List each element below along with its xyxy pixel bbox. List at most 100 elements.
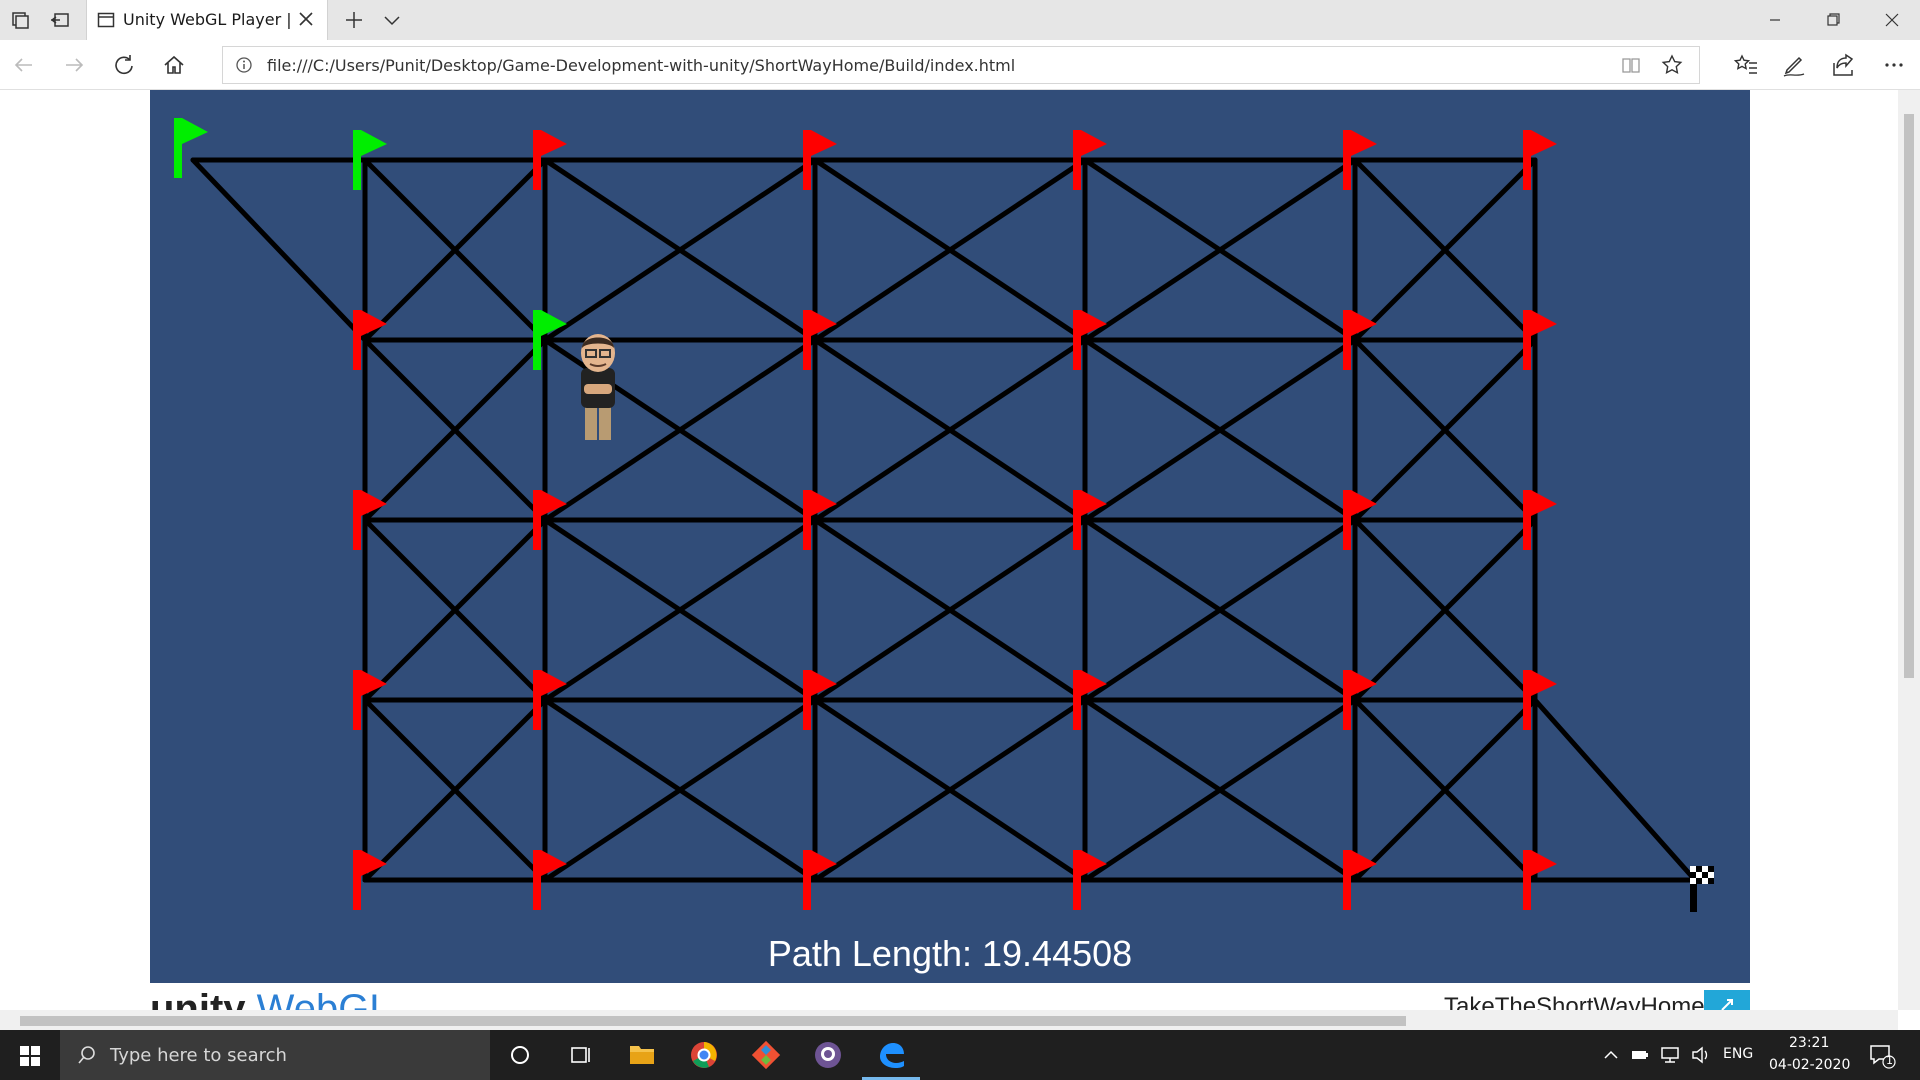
- fullscreen-icon: [1721, 999, 1733, 1010]
- horizontal-scrollbar[interactable]: [0, 1010, 1898, 1032]
- node-flag-pole: [174, 118, 182, 178]
- tab-close-icon[interactable]: [295, 8, 317, 30]
- node-flag-pole: [1523, 130, 1531, 190]
- search-placeholder: Type here to search: [110, 1045, 287, 1066]
- node-flag-pole: [1343, 310, 1351, 370]
- fullscreen-button[interactable]: [1704, 990, 1750, 1010]
- node-flag-pole: [1073, 310, 1081, 370]
- finish-flag-pole: [1690, 882, 1697, 912]
- node-flag: [1531, 490, 1557, 516]
- clock-date[interactable]: 04-02-2020: [1769, 1057, 1850, 1073]
- git-icon[interactable]: [736, 1030, 796, 1080]
- node-flag-pole: [1523, 670, 1531, 730]
- network-icon[interactable]: [1660, 1045, 1682, 1065]
- node-flag: [182, 118, 208, 144]
- node-flag-pole: [1343, 130, 1351, 190]
- page-icon: [97, 12, 115, 28]
- node-flag-pole: [353, 850, 361, 910]
- vertical-scrollbar[interactable]: [1898, 90, 1920, 1010]
- game-canvas[interactable]: Path Length: 19.44508: [150, 90, 1750, 983]
- node-flag-pole: [803, 490, 811, 550]
- node-flag-pole: [1343, 670, 1351, 730]
- favorites-hub-icon[interactable]: [1732, 51, 1760, 79]
- node-flag-pole: [533, 490, 541, 550]
- windows-start-icon[interactable]: [0, 1030, 60, 1080]
- reading-view-icon[interactable]: [1621, 55, 1641, 75]
- task-view-icon[interactable]: [550, 1030, 610, 1080]
- node-flag: [1081, 130, 1107, 156]
- node-flag: [541, 130, 567, 156]
- volume-icon[interactable]: [1690, 1045, 1712, 1065]
- favorite-star-icon[interactable]: [1661, 54, 1683, 76]
- node-flag-pole: [533, 850, 541, 910]
- node-flag-pole: [1073, 490, 1081, 550]
- tab-actions-icon[interactable]: [8, 8, 32, 32]
- node-flag: [1351, 130, 1377, 156]
- info-icon[interactable]: [235, 56, 253, 74]
- node-flag-pole: [1523, 310, 1531, 370]
- node-flag-pole: [1523, 850, 1531, 910]
- taskbar-search[interactable]: Type here to search: [60, 1030, 490, 1080]
- player-character: [581, 334, 615, 440]
- node-flag-pole: [1073, 670, 1081, 730]
- file-explorer-icon[interactable]: [612, 1030, 672, 1080]
- node-flag-pole: [533, 130, 541, 190]
- more-icon[interactable]: [1880, 51, 1908, 79]
- notification-count: 1: [1886, 1054, 1893, 1067]
- clock-time[interactable]: 23:21: [1789, 1035, 1829, 1051]
- webgl-logo-text: WebGL: [256, 987, 392, 1010]
- browser-titlebar: Unity WebGL Player | Ta: [0, 0, 1920, 40]
- path-graph: [174, 118, 1714, 912]
- node-flag: [1531, 310, 1557, 336]
- back-icon[interactable]: [10, 51, 38, 79]
- home-icon[interactable]: [160, 51, 188, 79]
- set-tabs-aside-icon[interactable]: [48, 8, 72, 32]
- node-flag-pole: [803, 670, 811, 730]
- tab-list-chevron-icon[interactable]: [380, 8, 404, 32]
- node-flag-pole: [1073, 850, 1081, 910]
- close-window-icon[interactable]: [1868, 6, 1914, 34]
- forward-icon[interactable]: [60, 51, 88, 79]
- node-flag-pole: [353, 670, 361, 730]
- node-flag-pole: [533, 310, 541, 370]
- node-flag: [361, 130, 387, 156]
- unity-webgl-logo: unity WebGL: [150, 987, 392, 1010]
- unity-logo-text: unity: [150, 987, 246, 1010]
- path-edge: [1532, 697, 1698, 883]
- horizontal-scroll-thumb[interactable]: [20, 1016, 1406, 1026]
- active-tab[interactable]: Unity WebGL Player | Ta: [86, 0, 328, 40]
- github-desktop-icon[interactable]: [798, 1030, 858, 1080]
- node-flag: [1531, 670, 1557, 696]
- finish-checkered-flag: [1690, 866, 1714, 884]
- node-flag-pole: [1073, 130, 1081, 190]
- screen: Unity WebGL Player | Ta file:///C:/Users…: [0, 0, 1920, 1080]
- node-flag-pole: [1523, 490, 1531, 550]
- browser-navbar: file:///C:/Users/Punit/Desktop/Game-Deve…: [0, 40, 1920, 90]
- language-indicator[interactable]: ENG: [1723, 1046, 1753, 1062]
- show-hidden-icons-chevron-icon[interactable]: [1602, 1046, 1620, 1064]
- pen-icon[interactable]: [1780, 51, 1808, 79]
- share-icon[interactable]: [1830, 51, 1858, 79]
- taskbar: Type here to search ENG 23:21 04-02-2020…: [0, 1030, 1920, 1080]
- edge-icon[interactable]: [862, 1030, 922, 1080]
- vertical-scroll-thumb[interactable]: [1904, 114, 1914, 678]
- node-flag: [811, 130, 837, 156]
- refresh-icon[interactable]: [110, 51, 138, 79]
- search-icon: [78, 1046, 95, 1064]
- restore-icon[interactable]: [1810, 6, 1856, 34]
- chrome-icon[interactable]: [674, 1030, 734, 1080]
- node-flag-pole: [353, 310, 361, 370]
- tab-title: Unity WebGL Player | Ta: [123, 10, 293, 29]
- node-flag-pole: [803, 130, 811, 190]
- battery-icon[interactable]: [1630, 1046, 1650, 1064]
- url-text[interactable]: file:///C:/Users/Punit/Desktop/Game-Deve…: [267, 56, 1015, 75]
- path-length-label: Path Length: 19.44508: [767, 933, 1133, 974]
- node-flag-pole: [803, 850, 811, 910]
- minimize-icon[interactable]: [1752, 6, 1798, 34]
- new-tab-icon[interactable]: [342, 8, 366, 32]
- address-bar[interactable]: file:///C:/Users/Punit/Desktop/Game-Deve…: [222, 46, 1700, 84]
- path-edge: [190, 157, 368, 343]
- cortana-icon[interactable]: [490, 1030, 550, 1080]
- node-flag-pole: [1343, 850, 1351, 910]
- page-content: Path Length: 19.44508 unity WebGL TakeTh…: [0, 90, 1898, 1010]
